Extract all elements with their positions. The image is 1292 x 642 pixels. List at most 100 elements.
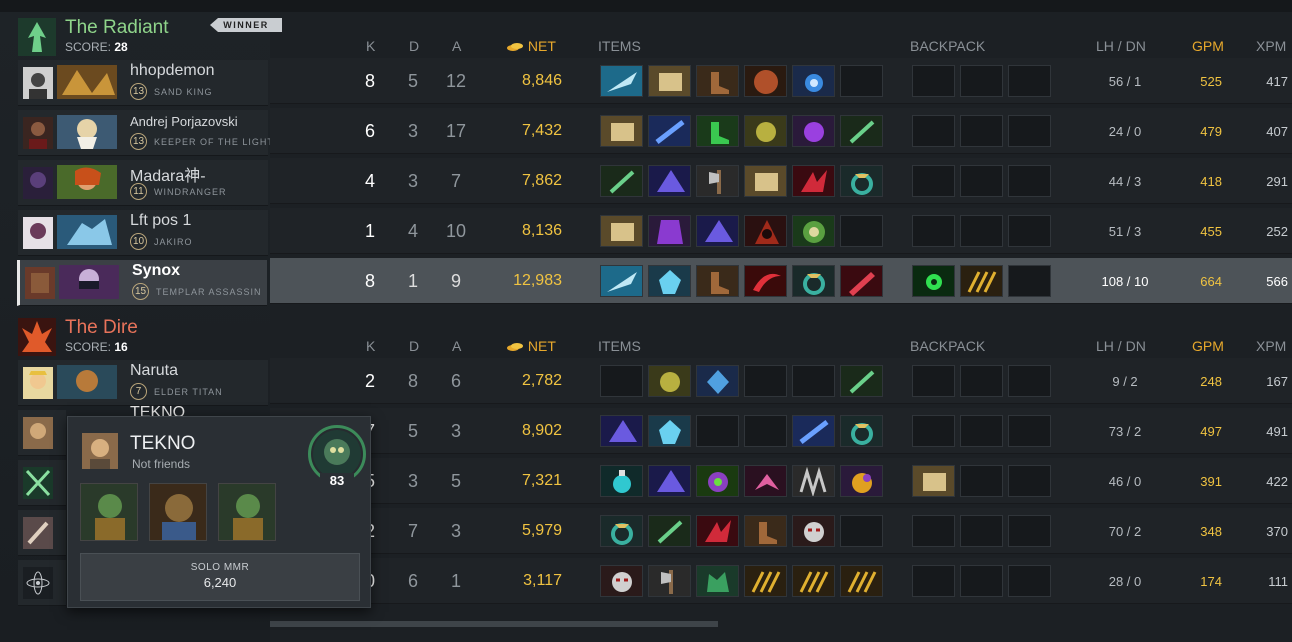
backpack-slot-empty[interactable] <box>912 215 955 247</box>
item-slot[interactable] <box>840 365 883 397</box>
item-slot[interactable] <box>696 65 739 97</box>
backpack-slot-empty[interactable] <box>960 215 1003 247</box>
backpack-slot-empty[interactable] <box>912 565 955 597</box>
item-slot[interactable] <box>696 115 739 147</box>
item-slot[interactable] <box>648 415 691 447</box>
item-slot[interactable] <box>840 265 883 297</box>
item-slot[interactable] <box>840 565 883 597</box>
backpack-slot[interactable] <box>912 465 955 497</box>
item-slot[interactable] <box>600 215 643 247</box>
backpack-slot-empty[interactable] <box>960 465 1003 497</box>
horizontal-scrollbar[interactable] <box>270 621 718 627</box>
item-slot[interactable] <box>696 165 739 197</box>
backpack-slot-empty[interactable] <box>960 365 1003 397</box>
backpack-slot-empty[interactable] <box>912 65 955 97</box>
col-gpm[interactable]: GPM <box>1192 338 1224 354</box>
player-name[interactable]: Lft pos 1 <box>130 212 191 230</box>
item-slot[interactable] <box>792 165 835 197</box>
backpack-slot-empty[interactable] <box>1008 465 1051 497</box>
item-slot-empty[interactable] <box>840 215 883 247</box>
stats-row-dire-2[interactable]: 7 5 3 8,902 73 / 2 497 491 <box>270 408 1292 454</box>
backpack-slot-empty[interactable] <box>1008 165 1051 197</box>
item-slot-empty[interactable] <box>744 365 787 397</box>
col-k[interactable]: K <box>366 338 375 354</box>
item-slot[interactable] <box>744 465 787 497</box>
item-slot[interactable] <box>840 165 883 197</box>
player-name[interactable]: Synox <box>132 262 180 280</box>
stats-row-radiant-5[interactable]: 8 1 9 12,983 108 / 10 664 566 <box>270 258 1292 304</box>
player-row-radiant-4[interactable]: Lft pos 1 10 JAKIRO <box>18 210 268 256</box>
item-slot[interactable] <box>792 215 835 247</box>
item-slot[interactable] <box>744 165 787 197</box>
item-slot[interactable] <box>648 565 691 597</box>
backpack-slot-empty[interactable] <box>960 65 1003 97</box>
backpack-slot-empty[interactable] <box>912 115 955 147</box>
item-slot[interactable] <box>744 515 787 547</box>
col-d[interactable]: D <box>409 338 419 354</box>
player-name[interactable]: hhopdemon <box>130 62 215 80</box>
item-slot[interactable] <box>696 465 739 497</box>
item-slot[interactable] <box>744 265 787 297</box>
backpack-slot-empty[interactable] <box>1008 265 1051 297</box>
item-slot-empty[interactable] <box>744 415 787 447</box>
item-slot[interactable] <box>648 465 691 497</box>
item-slot[interactable] <box>696 365 739 397</box>
backpack-slot-empty[interactable] <box>912 415 955 447</box>
col-net[interactable]: NET <box>506 338 556 354</box>
item-slot[interactable] <box>648 115 691 147</box>
item-slot[interactable] <box>744 215 787 247</box>
col-xpm[interactable]: XPM <box>1256 38 1286 54</box>
item-slot-empty[interactable] <box>600 365 643 397</box>
item-slot[interactable] <box>840 465 883 497</box>
backpack-slot-empty[interactable] <box>960 565 1003 597</box>
player-name[interactable]: Madara神- <box>130 162 206 186</box>
item-slot[interactable] <box>792 565 835 597</box>
col-xpm[interactable]: XPM <box>1256 338 1286 354</box>
col-net[interactable]: NET <box>506 38 556 54</box>
item-slot[interactable] <box>648 65 691 97</box>
item-slot-empty[interactable] <box>792 365 835 397</box>
item-slot-empty[interactable] <box>840 515 883 547</box>
col-gpm[interactable]: GPM <box>1192 38 1224 54</box>
backpack-slot-empty[interactable] <box>1008 215 1051 247</box>
backpack-slot-empty[interactable] <box>1008 515 1051 547</box>
backpack-slot-empty[interactable] <box>960 515 1003 547</box>
item-slot[interactable] <box>696 565 739 597</box>
backpack-slot-empty[interactable] <box>912 165 955 197</box>
item-slot[interactable] <box>696 215 739 247</box>
backpack-slot-empty[interactable] <box>960 115 1003 147</box>
col-k[interactable]: K <box>366 38 375 54</box>
item-slot[interactable] <box>648 515 691 547</box>
stats-row-dire-3[interactable]: 5 3 5 7,321 46 / 0 391 422 <box>270 458 1292 504</box>
item-slot[interactable] <box>600 65 643 97</box>
stats-row-radiant-2[interactable]: 6 3 17 7,432 24 / 0 479 407 <box>270 108 1292 154</box>
item-slot[interactable] <box>600 265 643 297</box>
stats-row-dire-4[interactable]: 2 7 3 5,979 70 / 2 348 370 <box>270 508 1292 554</box>
player-row-dire-5[interactable] <box>18 560 66 606</box>
player-name[interactable]: Andrej Porjazovski <box>130 114 238 129</box>
item-slot[interactable] <box>600 165 643 197</box>
item-slot-empty[interactable] <box>840 65 883 97</box>
player-row-dire-3[interactable] <box>18 460 66 506</box>
item-slot[interactable] <box>744 65 787 97</box>
item-slot[interactable] <box>792 415 835 447</box>
backpack-slot-empty[interactable] <box>960 415 1003 447</box>
col-lhdn[interactable]: LH / DN <box>1096 338 1146 354</box>
item-slot[interactable] <box>744 565 787 597</box>
col-d[interactable]: D <box>409 38 419 54</box>
backpack-slot-empty[interactable] <box>912 515 955 547</box>
backpack-slot-empty[interactable] <box>1008 365 1051 397</box>
item-slot[interactable] <box>648 365 691 397</box>
item-slot[interactable] <box>696 265 739 297</box>
item-slot[interactable] <box>696 515 739 547</box>
backpack-slot-empty[interactable] <box>960 165 1003 197</box>
item-slot[interactable] <box>600 465 643 497</box>
player-row-radiant-1[interactable]: hhopdemon 13 SAND KING <box>18 60 268 106</box>
stats-row-radiant-1[interactable]: 8 5 12 8,846 56 / 1 525 417 <box>270 58 1292 104</box>
col-lhdn[interactable]: LH / DN <box>1096 38 1146 54</box>
backpack-slot[interactable] <box>960 265 1003 297</box>
item-slot[interactable] <box>792 115 835 147</box>
item-slot-empty[interactable] <box>696 415 739 447</box>
stats-row-dire-1[interactable]: 2 8 6 2,782 9 / 2 248 167 <box>270 358 1292 404</box>
item-slot[interactable] <box>792 265 835 297</box>
